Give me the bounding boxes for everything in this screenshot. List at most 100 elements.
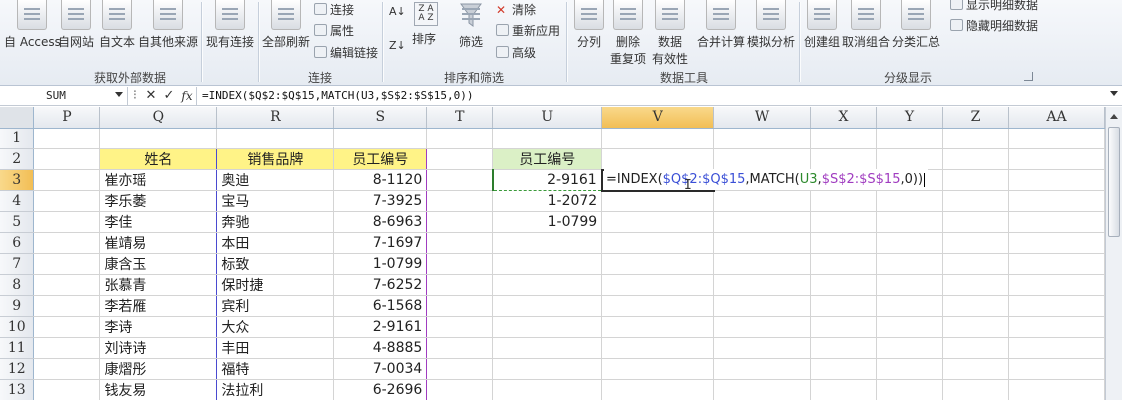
column-header-q[interactable]: Q	[99, 107, 218, 129]
chevron-down-icon[interactable]	[115, 91, 123, 97]
lookup-value-cell[interactable]: 2-9161	[491, 169, 603, 192]
filter-button[interactable]: 筛选	[456, 0, 486, 68]
cell[interactable]	[33, 190, 101, 213]
lookup-header-cell[interactable]: 员工编号	[492, 148, 603, 171]
brand-cell[interactable]: 标致	[216, 253, 335, 276]
cell[interactable]	[942, 128, 1009, 150]
employee-id-cell[interactable]: 7-6252	[333, 274, 428, 297]
name-cell[interactable]: 康含玉	[99, 253, 218, 276]
vertical-scrollbar[interactable]	[1105, 107, 1122, 400]
cell[interactable]	[426, 232, 494, 255]
cell[interactable]	[33, 253, 101, 276]
ungroup-button[interactable]: 取消组合	[842, 0, 890, 68]
cell[interactable]	[876, 379, 943, 400]
cell[interactable]	[601, 190, 715, 213]
cell[interactable]	[492, 295, 603, 318]
cell[interactable]	[942, 253, 1009, 276]
employee-id-cell[interactable]: 8-6963	[333, 211, 428, 234]
cell[interactable]	[1008, 253, 1105, 276]
properties-button[interactable]: 属性	[314, 21, 354, 39]
employee-id-cell[interactable]: 1-0799	[333, 253, 428, 276]
lookup-value-cell[interactable]: 1-2072	[492, 190, 603, 213]
cell[interactable]	[492, 337, 603, 360]
cell[interactable]	[810, 274, 878, 297]
row-header[interactable]: 11	[0, 337, 35, 360]
what-if-analysis-button[interactable]: 模拟分析	[747, 0, 795, 68]
reapply-button[interactable]: 重新应用	[496, 21, 560, 39]
cell[interactable]	[1008, 169, 1105, 192]
cell[interactable]	[426, 211, 494, 234]
header-cell-brand[interactable]: 销售品牌	[216, 148, 335, 171]
formula-input[interactable]: =INDEX($Q$2:$Q$15,MATCH(U3,$S$2:$S$15,0)…	[196, 86, 1122, 105]
name-cell[interactable]: 崔亦瑶	[99, 169, 218, 192]
cell[interactable]	[876, 211, 943, 234]
cell[interactable]	[601, 232, 715, 255]
brand-cell[interactable]: 本田	[216, 232, 335, 255]
subtotal-button[interactable]: 分类汇总	[892, 0, 940, 68]
sort-za-button[interactable]: Z↓	[389, 36, 406, 54]
name-cell[interactable]: 刘诗诗	[99, 337, 218, 360]
insert-function-icon[interactable]: fx	[178, 87, 196, 105]
cell[interactable]	[1008, 274, 1105, 297]
scrollbar-thumb[interactable]	[1108, 127, 1120, 237]
name-cell[interactable]: 崔靖易	[99, 232, 218, 255]
cell[interactable]	[492, 253, 603, 276]
cell[interactable]	[713, 337, 812, 360]
cell[interactable]	[1008, 211, 1105, 234]
cell[interactable]	[33, 232, 101, 255]
cell[interactable]	[810, 211, 878, 234]
name-cell[interactable]: 张慕青	[99, 274, 218, 297]
edit-links-button[interactable]: 编辑链接	[314, 43, 378, 61]
cell[interactable]	[33, 148, 101, 171]
data-validation-button[interactable]: 数据 有效性	[652, 0, 688, 68]
scroll-up-arrow-icon[interactable]	[1110, 114, 1118, 119]
clear-filter-button[interactable]: ✕ 清除	[496, 0, 536, 18]
expand-formula-bar-icon[interactable]	[1110, 91, 1118, 96]
column-header-t[interactable]: T	[426, 107, 494, 129]
from-web-button[interactable]: 自网站	[58, 0, 94, 68]
text-to-columns-button[interactable]: 分列	[574, 0, 604, 68]
brand-cell[interactable]: 宝马	[216, 190, 335, 213]
column-header-z[interactable]: Z	[942, 107, 1009, 129]
cell[interactable]	[876, 274, 943, 297]
cancel-icon[interactable]: ✕	[142, 87, 160, 105]
employee-id-cell[interactable]: 6-2696	[333, 379, 428, 400]
cell[interactable]	[33, 379, 101, 400]
cell[interactable]	[810, 148, 878, 171]
cell[interactable]	[426, 190, 494, 213]
employee-id-cell[interactable]: 2-9161	[333, 316, 428, 339]
cell[interactable]	[942, 337, 1009, 360]
brand-cell[interactable]: 奔驰	[216, 211, 335, 234]
cell[interactable]	[33, 169, 101, 192]
name-cell[interactable]: 康熠彤	[99, 358, 218, 381]
column-header-w[interactable]: W	[713, 107, 812, 129]
name-cell[interactable]: 钱友易	[99, 379, 218, 400]
cell[interactable]	[713, 148, 812, 171]
brand-cell[interactable]: 保时捷	[216, 274, 335, 297]
row-header[interactable]: 13	[0, 379, 35, 400]
cell[interactable]	[876, 190, 943, 213]
cell[interactable]	[942, 190, 1009, 213]
cell[interactable]	[713, 358, 812, 381]
employee-id-cell[interactable]: 7-3925	[333, 190, 428, 213]
cell[interactable]	[492, 274, 603, 297]
cell[interactable]	[876, 253, 943, 276]
cell[interactable]	[810, 337, 878, 360]
cell[interactable]	[942, 274, 1009, 297]
row-header[interactable]: 7	[0, 253, 35, 276]
row-header[interactable]: 12	[0, 358, 35, 381]
cell[interactable]	[942, 169, 1009, 192]
cell[interactable]	[942, 232, 1009, 255]
cell[interactable]	[713, 190, 812, 213]
cell-editor-v3[interactable]: =INDEX($Q$2:$Q$15 ,MATCH(U3, $S$2:$S$15,0)…	[604, 169, 929, 190]
name-cell[interactable]: 李若雁	[99, 295, 218, 318]
column-header-u[interactable]: U	[492, 107, 603, 129]
cell[interactable]	[426, 358, 494, 381]
cell[interactable]	[876, 148, 943, 171]
name-box[interactable]: SUM	[0, 86, 128, 105]
cell[interactable]	[942, 148, 1009, 171]
brand-cell[interactable]: 福特	[216, 358, 335, 381]
cell[interactable]	[492, 358, 603, 381]
cell[interactable]	[713, 128, 812, 150]
cell[interactable]	[1008, 190, 1105, 213]
